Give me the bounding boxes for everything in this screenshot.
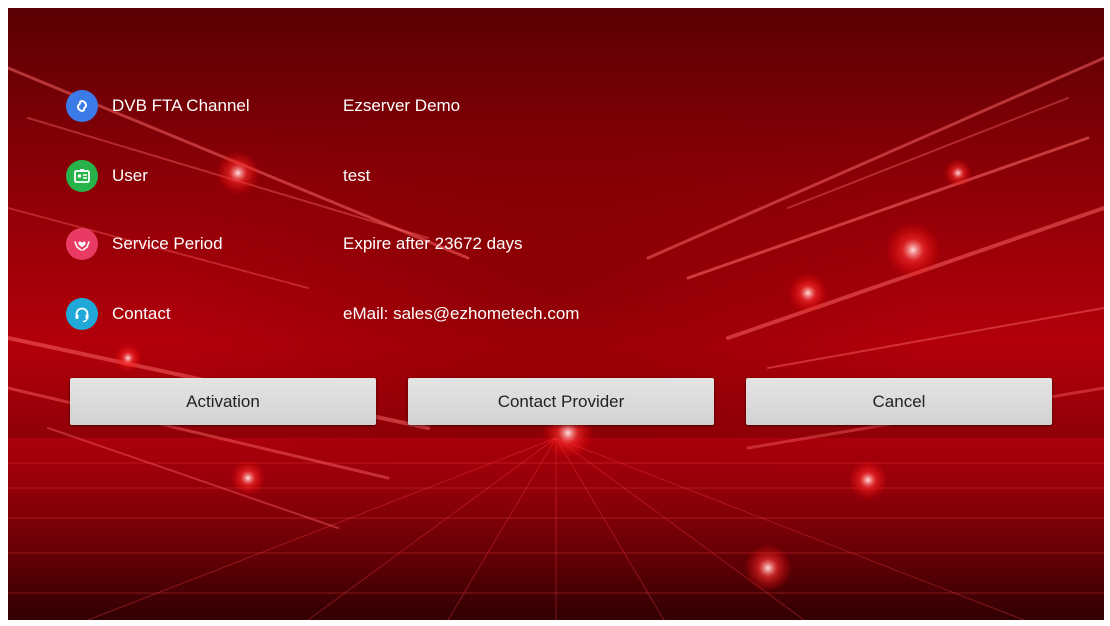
contact-provider-button[interactable]: Contact Provider bbox=[408, 378, 714, 425]
activation-button[interactable]: Activation bbox=[70, 378, 376, 425]
user-value: test bbox=[343, 166, 371, 185]
cancel-button[interactable]: Cancel bbox=[746, 378, 1052, 425]
info-row-channel: DVB FTA Channel Ezserver Demo bbox=[66, 89, 460, 123]
id-card-icon bbox=[66, 160, 98, 192]
channel-label: DVB FTA Channel bbox=[112, 96, 250, 115]
headset-icon bbox=[66, 298, 98, 330]
info-row-contact: Contact eMail: sales@ezhometech.com bbox=[66, 297, 579, 331]
user-label: User bbox=[112, 166, 148, 185]
contact-value: eMail: sales@ezhometech.com bbox=[343, 304, 580, 323]
tv-screen: DVB FTA Channel Ezserver Demo User test … bbox=[8, 8, 1104, 620]
service-period-value: Expire after 23672 days bbox=[343, 234, 523, 253]
service-period-label: Service Period bbox=[112, 234, 223, 253]
info-row-service-period: Service Period Expire after 23672 days bbox=[66, 227, 523, 261]
channel-value: Ezserver Demo bbox=[343, 96, 461, 115]
info-row-user: User test bbox=[66, 159, 370, 193]
link-icon bbox=[66, 90, 98, 122]
contact-label: Contact bbox=[112, 304, 171, 323]
heart-hands-icon bbox=[66, 228, 98, 260]
